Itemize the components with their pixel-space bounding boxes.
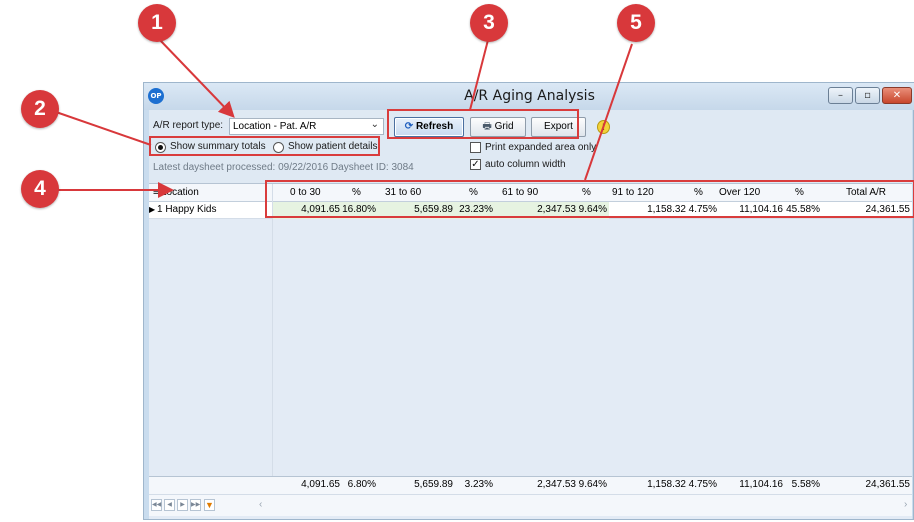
callout-marker-2: 2 xyxy=(21,90,59,128)
previous-record-icon[interactable]: ◀ xyxy=(164,499,175,511)
total-31-60: 5,659.89 xyxy=(414,479,453,490)
total-over-120: 11,104.16 xyxy=(739,479,783,490)
callout-marker-4: 4 xyxy=(21,170,59,208)
total-pct-2: 3.23% xyxy=(464,479,493,490)
last-record-icon[interactable]: ▶▶ xyxy=(190,499,201,511)
chevron-down-icon: ⌄ xyxy=(370,119,379,130)
total-91-120: 1,158.32 xyxy=(647,479,686,490)
minimize-button[interactable]: – xyxy=(828,87,853,104)
title-bar: OP A/R Aging Analysis – ▫ ✕ xyxy=(144,83,914,110)
grid-navigator: ◀◀ ◀ ▶ ▶▶ ▼ ‹ › xyxy=(149,494,912,516)
total-pct-3: 9.64% xyxy=(578,479,607,490)
total-0-30: 4,091.65 xyxy=(301,479,340,490)
header-location[interactable]: Location xyxy=(161,184,261,202)
auto-column-checkbox[interactable]: ✓ xyxy=(470,159,481,170)
report-type-dropdown[interactable]: Location - Pat. A/R ⌄ xyxy=(229,118,384,135)
total-pct-1: 6.80% xyxy=(347,479,376,490)
row-indicator-icon: ▶ xyxy=(149,205,156,214)
total-61-90: 2,347.53 xyxy=(537,479,576,490)
total-pct-5: 5.58% xyxy=(791,479,820,490)
print-expanded-label: Print expanded area only xyxy=(485,142,597,153)
grid-footer-totals: 4,091.65 6.80% 5,659.89 3.23% 2,347.53 9… xyxy=(149,476,912,494)
total-pct-4: 4.75% xyxy=(688,479,717,490)
aging-grid: ≡ Location 0 to 30 % 31 to 60 % 61 to 90… xyxy=(149,183,912,519)
cell-location[interactable]: 1 Happy Kids xyxy=(157,202,272,219)
close-button[interactable]: ✕ xyxy=(882,87,912,104)
info-bulb-icon[interactable]: ! xyxy=(597,120,610,134)
report-type-value: Location - Pat. A/R xyxy=(233,121,317,132)
auto-column-label: auto column width xyxy=(485,159,566,170)
callout-marker-5: 5 xyxy=(617,4,655,42)
next-record-icon[interactable]: ▶ xyxy=(177,499,188,511)
report-type-label: A/R report type: xyxy=(153,120,224,131)
callout-marker-3: 3 xyxy=(470,4,508,42)
arrow-2 xyxy=(55,111,152,146)
daysheet-status: Latest daysheet processed: 09/22/2016 Da… xyxy=(153,162,414,173)
print-expanded-checkbox[interactable] xyxy=(470,142,481,153)
client-area: A/R report type: Location - Pat. A/R ⌄ ⟳… xyxy=(149,110,912,519)
first-record-icon[interactable]: ◀◀ xyxy=(151,499,162,511)
column-chooser-icon[interactable]: ≡ xyxy=(153,184,159,202)
callout-marker-1: 1 xyxy=(138,4,176,42)
scroll-left-icon[interactable]: ‹ xyxy=(259,499,262,510)
total-total: 24,361.55 xyxy=(865,479,911,490)
filter-icon[interactable]: ▼ xyxy=(204,499,215,511)
highlight-box-view-options xyxy=(149,136,380,156)
scroll-right-icon[interactable]: › xyxy=(904,499,907,510)
column-divider xyxy=(272,184,273,494)
restore-button[interactable]: ▫ xyxy=(855,87,880,104)
highlight-box-action-buttons xyxy=(387,109,579,139)
highlight-box-aging-columns xyxy=(265,180,914,218)
window-title: A/R Aging Analysis xyxy=(464,88,595,104)
